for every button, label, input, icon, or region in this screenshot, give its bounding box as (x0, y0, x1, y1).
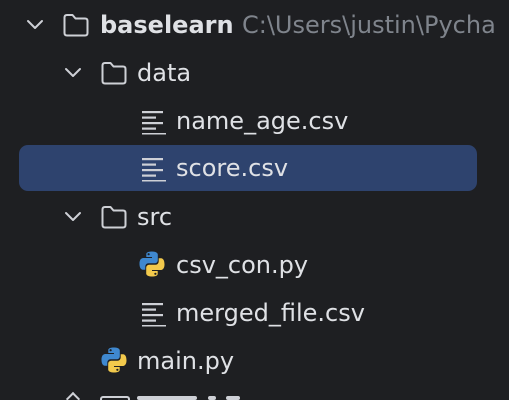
chevron-right-icon (65, 391, 81, 400)
folder-icon (100, 59, 128, 87)
root-folder-label: baselearn (100, 11, 234, 39)
tree-row-file-name-age-csv[interactable]: name_age.csv (0, 97, 509, 145)
file-label: name_age.csv (176, 107, 349, 135)
partial-label-fragment (226, 396, 240, 400)
text-file-icon (140, 154, 168, 182)
chevron-down-icon[interactable] (25, 15, 45, 35)
tree-row-file-csv-con-py[interactable]: csv_con.py (0, 241, 509, 289)
src-folder-label: src (137, 203, 173, 231)
python-file-icon (100, 346, 128, 374)
file-label: main.py (137, 347, 235, 375)
data-folder-label: data (137, 59, 192, 87)
file-label: csv_con.py (176, 251, 309, 279)
text-file-icon (140, 107, 168, 135)
tree-row-partial (0, 388, 509, 400)
partial-label-fragment (208, 396, 216, 400)
tree-row-data-folder[interactable]: data (0, 49, 509, 97)
tree-row-src-folder[interactable]: src (0, 193, 509, 241)
tree-row-file-main-py[interactable]: main.py (0, 337, 509, 385)
file-label: score.csv (176, 154, 289, 182)
file-label: merged_file.csv (176, 299, 365, 327)
tree-row-file-merged-file-csv[interactable]: merged_file.csv (0, 289, 509, 337)
tree-row-root-folder[interactable]: baselearn C:\Users\justin\Pycha (0, 1, 509, 49)
text-file-icon (140, 299, 168, 327)
chevron-down-icon[interactable] (63, 207, 83, 227)
folder-icon (100, 203, 128, 231)
project-tree: baselearn C:\Users\justin\Pycha data nam… (0, 0, 509, 400)
chevron-down-icon[interactable] (63, 63, 83, 83)
folder-icon (100, 396, 130, 400)
python-file-icon (138, 250, 166, 278)
folder-icon (62, 11, 90, 39)
root-folder-path: C:\Users\justin\Pycha (242, 11, 496, 39)
partial-label-fragment (137, 396, 197, 400)
tree-row-file-score-csv[interactable]: score.csv (0, 145, 509, 193)
